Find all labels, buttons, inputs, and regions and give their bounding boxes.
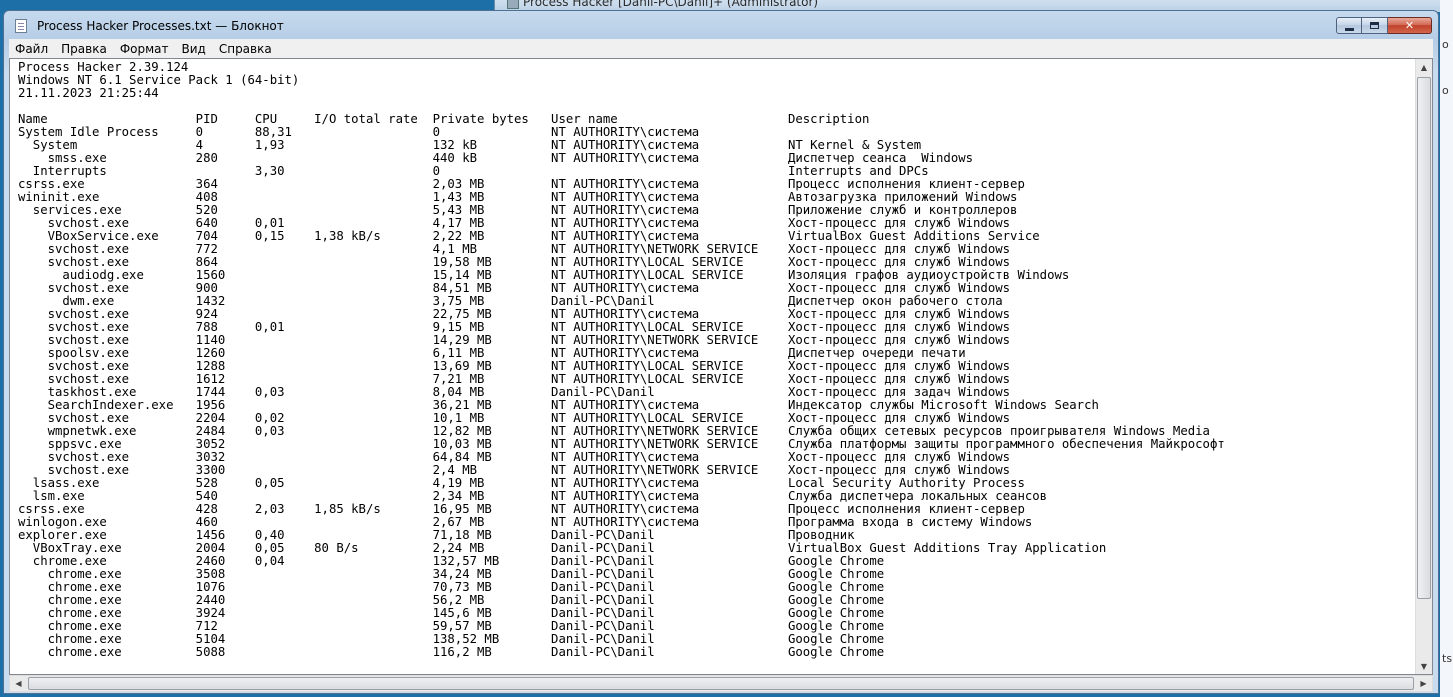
maximize-button[interactable] [1362,17,1388,34]
horizontal-scrollbar[interactable]: ◀ ▶ [9,675,1433,692]
notepad-window: Process Hacker Processes.txt — Блокнот ✕… [3,10,1439,694]
process-hacker-icon [507,0,519,9]
minimize-icon [1344,27,1354,31]
document-text[interactable]: Process Hacker 2.39.124 Windows NT 6.1 Se… [18,61,1414,674]
text-line: Windows NT 6.1 Service Pack 1 (64-bit) [18,73,300,87]
arrow-down-icon[interactable]: ▼ [1416,658,1432,674]
close-button[interactable]: ✕ [1388,17,1432,34]
arrow-left-icon[interactable]: ◀ [10,676,27,691]
edge-glyph: о [1442,38,1449,51]
title-bar[interactable]: Process Hacker Processes.txt — Блокнот ✕ [4,11,1438,39]
text-line: chrome.exe 5088 116,2 MB Danil-PC\Danil … [18,645,885,659]
menu-format[interactable]: Формат [114,42,175,56]
menu-view[interactable]: Вид [176,42,212,56]
vertical-scroll-thumb[interactable] [1417,77,1431,599]
text-editor[interactable]: Process Hacker 2.39.124 Windows NT 6.1 Se… [9,58,1433,675]
background-window-title: Process Hacker [Danil-PC\Danil]+ (Admini… [523,0,819,9]
menu-file[interactable]: Файл [9,42,54,56]
horizontal-scroll-thumb[interactable] [28,677,1414,690]
menu-bar: Файл Правка Формат Вид Справка [9,39,1433,58]
window-title: Process Hacker Processes.txt — Блокнот [37,19,284,33]
adjacent-window-edge: о о ts [1440,0,1453,697]
text-line: 21.11.2023 21:25:44 [18,86,159,100]
arrow-up-icon[interactable]: ▲ [1416,59,1432,76]
arrow-right-icon[interactable]: ▶ [1415,676,1432,691]
maximize-icon [1370,22,1379,29]
caption-buttons: ✕ [1336,17,1432,35]
minimize-button[interactable] [1336,17,1362,34]
edge-glyph: ts [1442,652,1453,665]
vertical-scrollbar[interactable]: ▲ ▼ [1415,59,1432,674]
close-icon: ✕ [1404,19,1415,32]
edge-glyph: о [1442,84,1449,97]
notepad-icon[interactable] [15,19,27,33]
menu-help[interactable]: Справка [213,42,278,56]
menu-edit[interactable]: Правка [55,42,113,56]
